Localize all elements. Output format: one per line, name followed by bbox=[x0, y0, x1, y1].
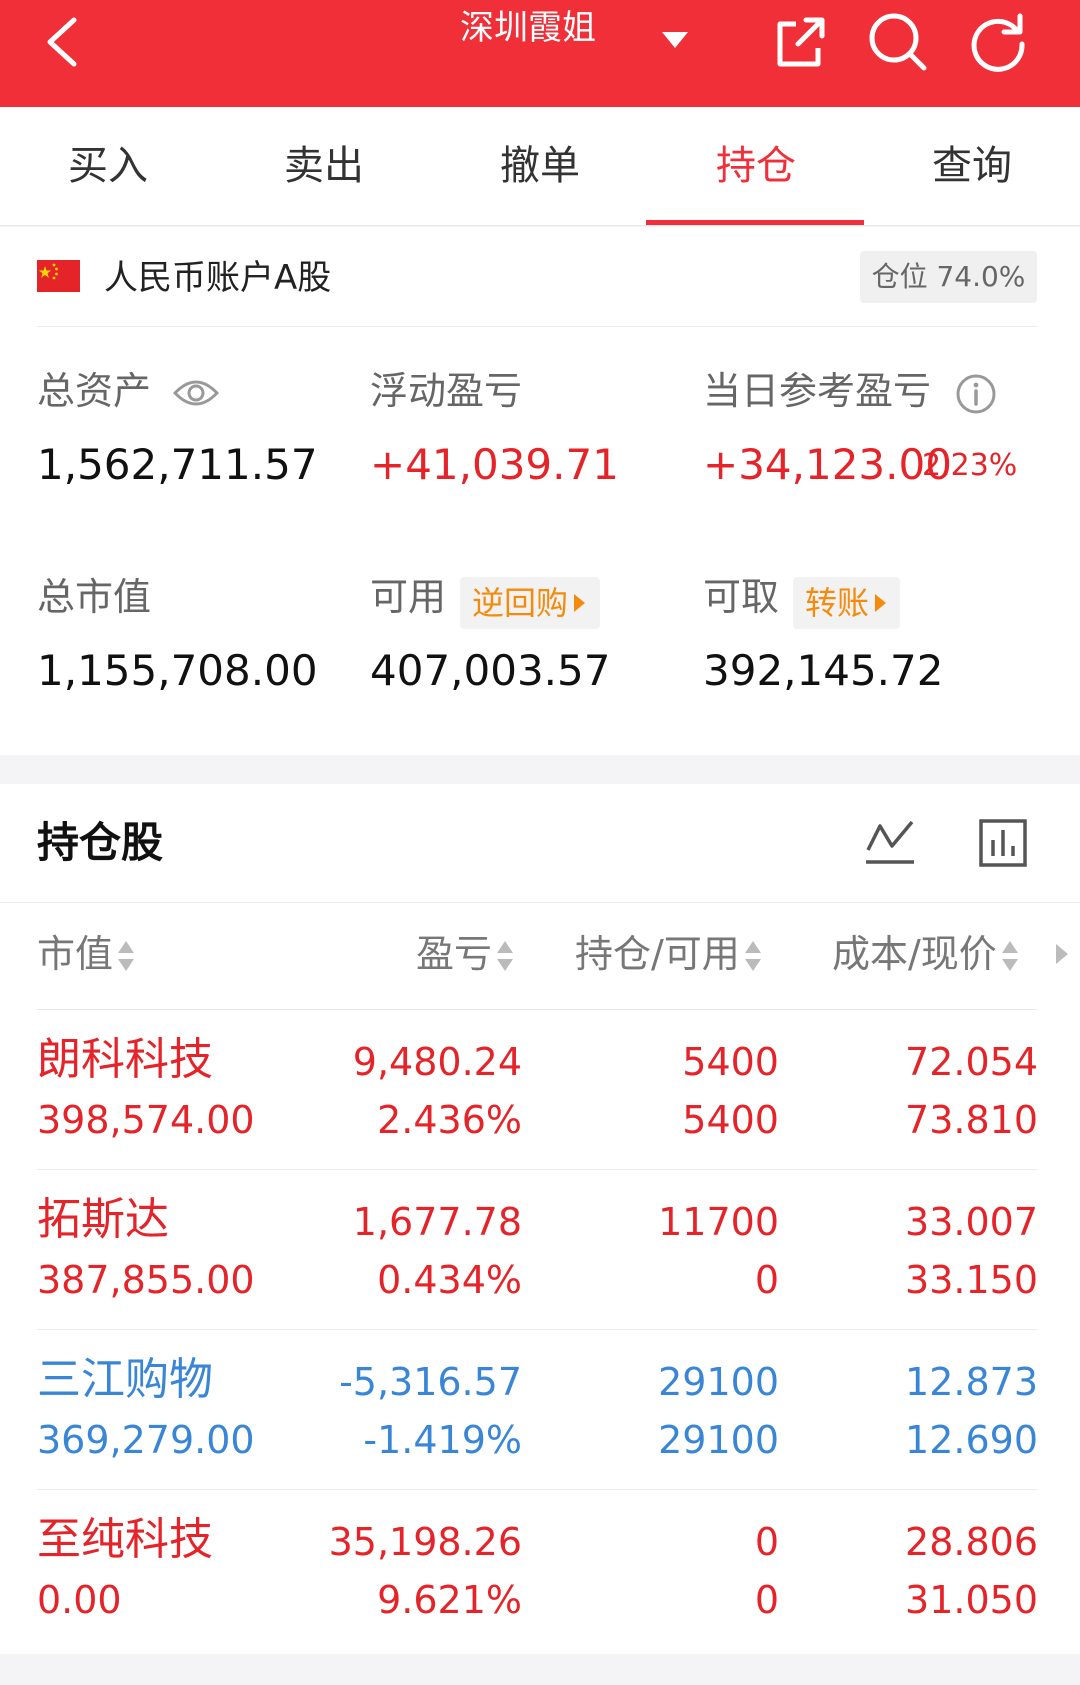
holding-row[interactable]: 拓斯达 387,855.00 1,677.78 0.434% 11700 0 3… bbox=[0, 1170, 1080, 1330]
position-ratio-badge: 仓位 74.0% bbox=[860, 251, 1037, 303]
holding-row[interactable]: 三江购物 369,279.00 -5,316.57 -1.419% 29100 … bbox=[0, 1330, 1080, 1490]
stock-price: 31.050 bbox=[905, 1578, 1038, 1622]
stock-profit-loss-percent: 0.434% bbox=[377, 1258, 522, 1302]
total-assets-label: 总资产 bbox=[37, 369, 152, 413]
column-header-position[interactable]: 持仓/可用 bbox=[575, 926, 762, 982]
china-flag-icon bbox=[37, 260, 80, 292]
stock-available: 0 bbox=[754, 1258, 779, 1302]
stock-name: 朗科科技 bbox=[37, 1034, 213, 1085]
stock-name: 拓斯达 bbox=[37, 1194, 169, 1245]
holdings-title: 持仓股 bbox=[37, 818, 164, 867]
account-name: 人民币账户A股 bbox=[104, 258, 332, 298]
stock-profit-loss: 1,677.78 bbox=[352, 1200, 522, 1244]
transfer-label: 转账 bbox=[805, 584, 870, 622]
daily-pl-value: +34,123.00 bbox=[703, 440, 952, 489]
withdrawable-label: 可取 bbox=[703, 575, 780, 619]
stock-profit-loss-percent: 9.621% bbox=[377, 1578, 522, 1622]
transfer-button[interactable]: 转账 bbox=[793, 577, 900, 629]
share-icon[interactable] bbox=[768, 10, 832, 74]
stock-position: 0 bbox=[754, 1520, 779, 1564]
stock-position: 29100 bbox=[658, 1360, 779, 1404]
bar-chart-icon[interactable] bbox=[978, 818, 1028, 868]
tab-buy[interactable]: 买入 bbox=[0, 107, 216, 226]
divider bbox=[37, 326, 1037, 327]
sort-icon bbox=[1001, 940, 1019, 974]
stock-name: 至纯科技 bbox=[37, 1514, 213, 1565]
total-assets-value: 1,562,711.57 bbox=[37, 440, 318, 489]
stock-cost: 72.054 bbox=[905, 1040, 1038, 1084]
arrow-right-icon bbox=[574, 594, 586, 612]
tab-holdings[interactable]: 持仓 bbox=[648, 107, 864, 226]
dropdown-icon[interactable] bbox=[660, 24, 690, 54]
sort-icon bbox=[744, 940, 762, 974]
stock-price: 12.690 bbox=[905, 1418, 1038, 1462]
divider bbox=[0, 902, 1080, 903]
withdrawable-value: 392,145.72 bbox=[703, 646, 944, 695]
stock-available: 29100 bbox=[658, 1418, 779, 1462]
column-header-cost-price[interactable]: 成本/现价 bbox=[832, 926, 1019, 982]
available-label: 可用 bbox=[370, 575, 447, 619]
daily-pl-percent: 2.23% bbox=[922, 448, 1018, 483]
stock-position: 11700 bbox=[658, 1200, 779, 1244]
column-label: 市值 bbox=[37, 932, 114, 976]
floating-pl-label: 浮动盈亏 bbox=[370, 369, 523, 413]
info-icon[interactable] bbox=[955, 373, 997, 415]
tab-query[interactable]: 查询 bbox=[864, 107, 1080, 226]
stock-price: 73.810 bbox=[905, 1098, 1038, 1142]
column-label: 成本/现价 bbox=[832, 932, 997, 976]
daily-pl-label: 当日参考盈亏 bbox=[703, 369, 932, 413]
stock-profit-loss-percent: 2.436% bbox=[377, 1098, 522, 1142]
trade-tabs: 买入 卖出 撤单 持仓 查询 bbox=[0, 107, 1080, 226]
refresh-icon[interactable] bbox=[966, 10, 1030, 74]
holding-row[interactable]: 至纯科技 0.00 35,198.26 9.621% 0 0 28.806 31… bbox=[0, 1490, 1080, 1650]
market-value-label: 总市值 bbox=[37, 575, 152, 619]
holdings-section: 持仓股 市值 盈亏 持仓/可用 成本/现价 朗科科技 398,574.00 9,… bbox=[0, 784, 1080, 1654]
reverse-repo-button[interactable]: 逆回购 bbox=[460, 577, 600, 629]
back-icon[interactable] bbox=[40, 14, 90, 70]
account-summary: 人民币账户A股 仓位 74.0% 总资产 1,562,711.57 浮动盈亏 +… bbox=[0, 227, 1080, 755]
stock-available: 5400 bbox=[682, 1098, 779, 1142]
stock-cost: 33.007 bbox=[905, 1200, 1038, 1244]
stock-name: 三江购物 bbox=[37, 1354, 213, 1405]
sort-icon bbox=[117, 940, 135, 974]
stock-market-value: 0.00 bbox=[37, 1578, 122, 1622]
top-bar: 深圳霞姐 bbox=[0, 0, 1080, 107]
reverse-repo-label: 逆回购 bbox=[472, 584, 569, 622]
stock-market-value: 387,855.00 bbox=[37, 1258, 255, 1302]
market-value-value: 1,155,708.00 bbox=[37, 646, 318, 695]
stock-cost: 12.873 bbox=[905, 1360, 1038, 1404]
stock-price: 33.150 bbox=[905, 1258, 1038, 1302]
column-header-profit-loss[interactable]: 盈亏 bbox=[416, 926, 514, 982]
column-label: 盈亏 bbox=[416, 932, 493, 976]
stock-profit-loss: -5,316.57 bbox=[339, 1360, 522, 1404]
stock-position: 5400 bbox=[682, 1040, 779, 1084]
stock-market-value: 398,574.00 bbox=[37, 1098, 255, 1142]
column-label: 持仓/可用 bbox=[575, 932, 740, 976]
sort-icon bbox=[496, 940, 514, 974]
stock-cost: 28.806 bbox=[905, 1520, 1038, 1564]
line-chart-icon[interactable] bbox=[864, 816, 916, 868]
available-value: 407,003.57 bbox=[370, 646, 611, 695]
floating-pl-value: +41,039.71 bbox=[370, 440, 619, 489]
tab-cancel[interactable]: 撤单 bbox=[432, 107, 648, 226]
active-tab-indicator bbox=[646, 220, 864, 225]
holding-row[interactable]: 朗科科技 398,574.00 9,480.24 2.436% 5400 540… bbox=[0, 1010, 1080, 1170]
eye-icon[interactable] bbox=[172, 373, 220, 413]
search-icon[interactable] bbox=[866, 10, 930, 74]
arrow-right-icon bbox=[875, 594, 887, 612]
stock-profit-loss: 9,480.24 bbox=[352, 1040, 522, 1084]
stock-profit-loss-percent: -1.419% bbox=[363, 1418, 522, 1462]
scroll-right-icon[interactable] bbox=[1056, 944, 1068, 964]
column-header-market-value[interactable]: 市值 bbox=[37, 926, 135, 982]
tab-sell[interactable]: 卖出 bbox=[216, 107, 432, 226]
stock-available: 0 bbox=[754, 1578, 779, 1622]
stock-profit-loss: 35,198.26 bbox=[328, 1520, 522, 1564]
stock-market-value: 369,279.00 bbox=[37, 1418, 255, 1462]
account-title[interactable]: 深圳霞姐 bbox=[460, 4, 660, 52]
